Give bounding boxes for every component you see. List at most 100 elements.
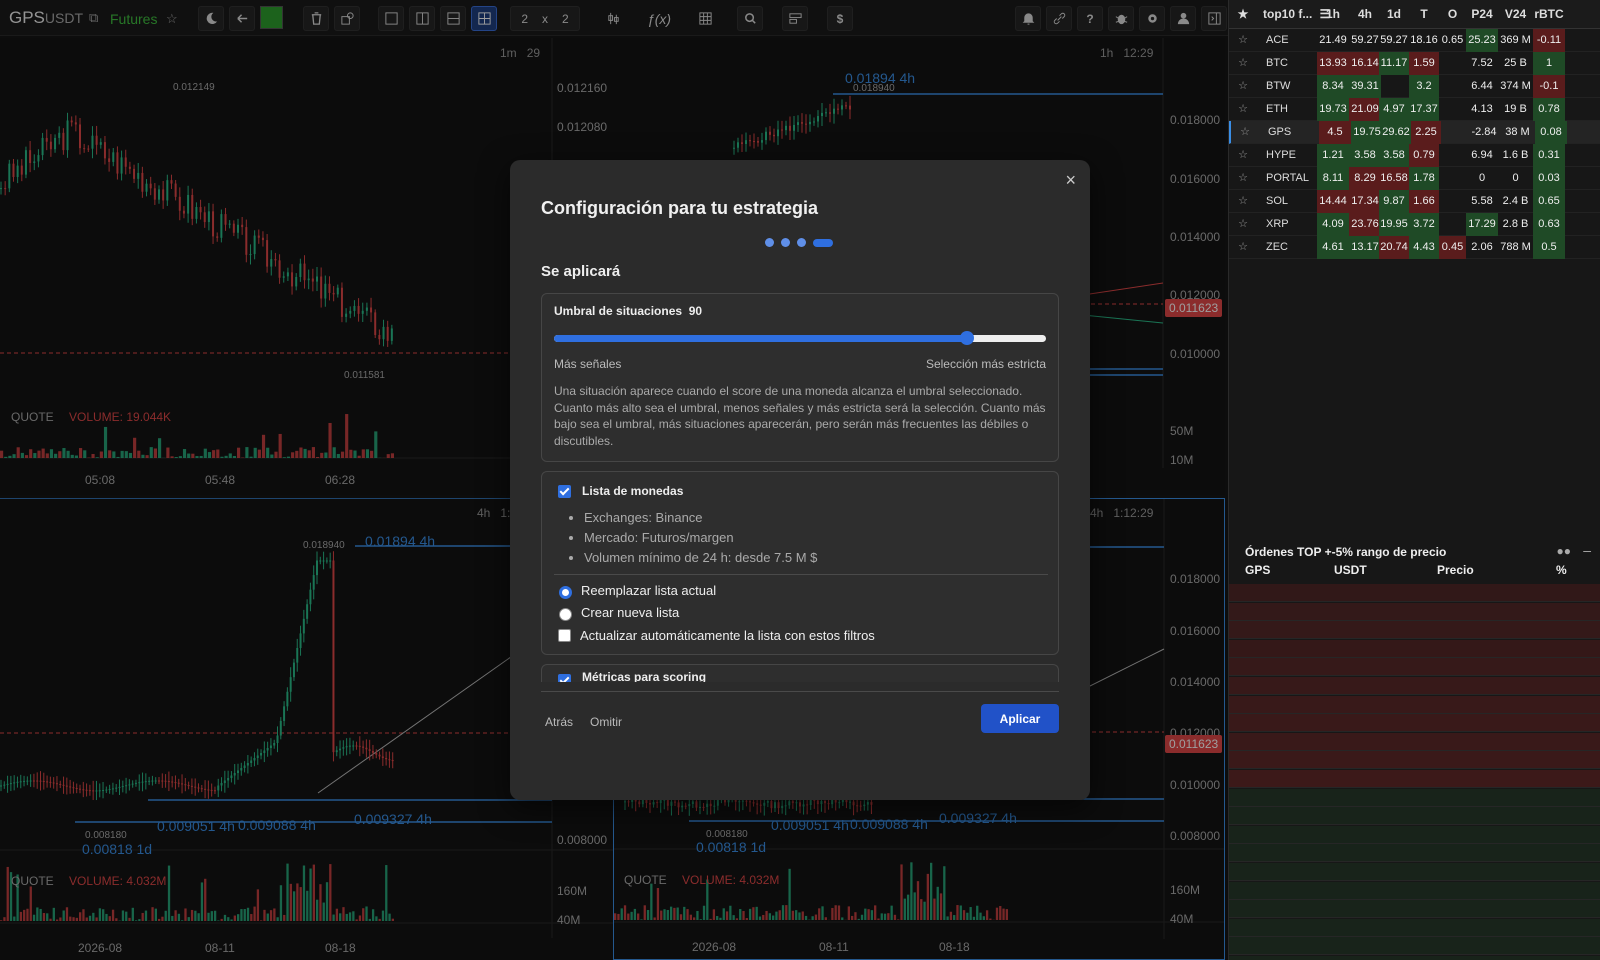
watchlist-cell: 0.03 xyxy=(1533,167,1565,190)
favorite-star-icon[interactable]: ☆ xyxy=(1235,52,1251,75)
coin-list-card: Lista de monedas Exchanges: Binance Merc… xyxy=(541,471,1059,655)
favorite-star-icon[interactable]: ☆ xyxy=(1235,167,1251,190)
step-dot[interactable] xyxy=(797,238,806,247)
threshold-value: 90 xyxy=(688,304,703,318)
watchlist-cell: 788 M xyxy=(1500,241,1531,253)
auto-update-label[interactable]: Actualizar automáticamente la lista con … xyxy=(580,628,875,643)
orders-col-quote: USDT xyxy=(1334,563,1367,577)
footer-divider xyxy=(541,691,1059,692)
watchlist-cell: 8.34 xyxy=(1317,75,1349,98)
column-header[interactable]: P24 xyxy=(1466,0,1498,29)
watchlist-cell: 1.59 xyxy=(1409,52,1439,75)
watchlist-cell: 59.27 xyxy=(1380,34,1408,46)
watchlist-cell: 369 M xyxy=(1500,34,1531,46)
replace-list-radio[interactable] xyxy=(559,586,572,599)
watchlist-cell: 6.44 xyxy=(1471,80,1493,92)
column-header[interactable]: rBTC xyxy=(1533,0,1565,29)
column-header[interactable]: 1h xyxy=(1317,0,1349,29)
watchlist-cell: 4.09 xyxy=(1317,213,1349,236)
orders-col-percent: % xyxy=(1556,563,1567,577)
favorites-star-icon[interactable]: ★ xyxy=(1235,0,1251,29)
watchlist-cell: 8.11 xyxy=(1317,167,1349,190)
watchlist-row[interactable]: ☆ XRP 4.09 23.76 19.95 3.72 17.29 2.8 B 0.63 xyxy=(1229,213,1600,236)
watchlist-cell: 16.58 xyxy=(1379,167,1409,190)
order-row xyxy=(1229,695,1600,714)
watchlist-cell: 9.87 xyxy=(1379,190,1409,213)
column-header[interactable]: 4h xyxy=(1349,0,1381,29)
favorite-star-icon[interactable]: ☆ xyxy=(1237,121,1253,144)
threshold-slider[interactable] xyxy=(554,331,1046,345)
watchlist-cell: 17.34 xyxy=(1349,190,1381,213)
favorite-star-icon[interactable]: ☆ xyxy=(1235,144,1251,167)
watchlist-cell: 17.29 xyxy=(1466,213,1498,236)
watchlist-cell xyxy=(1439,144,1466,167)
watchlist-row[interactable]: ☆ HYPE 1.21 3.58 3.58 0.79 6.94 1.6 B 0.31 xyxy=(1229,144,1600,167)
new-list-radio[interactable] xyxy=(559,608,572,621)
watchlist-cell xyxy=(1439,190,1466,213)
favorite-star-icon[interactable]: ☆ xyxy=(1235,29,1251,52)
favorite-star-icon[interactable]: ☆ xyxy=(1235,75,1251,98)
close-icon[interactable]: × xyxy=(1065,170,1076,191)
filter-item: Mercado: Futuros/margen xyxy=(584,528,817,548)
order-row xyxy=(1229,602,1600,621)
favorite-star-icon[interactable]: ☆ xyxy=(1235,236,1251,259)
auto-update-checkbox[interactable] xyxy=(558,629,571,642)
watchlist-cell: 1.78 xyxy=(1409,167,1439,190)
slider-fill xyxy=(554,335,968,342)
favorite-star-icon[interactable]: ☆ xyxy=(1235,190,1251,213)
watchlist-cell: 16.14 xyxy=(1349,52,1381,75)
step-dot[interactable] xyxy=(781,238,790,247)
minimize-icon[interactable]: – xyxy=(1583,542,1591,558)
column-header[interactable]: T xyxy=(1409,0,1439,29)
metrics-title: Métricas para scoring xyxy=(582,670,707,682)
watchlist-cell: 19.95 xyxy=(1379,213,1409,236)
step-dot[interactable] xyxy=(765,238,774,247)
apply-button[interactable]: Aplicar xyxy=(981,704,1059,733)
watchlist-cell xyxy=(1379,75,1409,98)
order-row xyxy=(1229,918,1600,937)
watchlist-cell: 2.4 B xyxy=(1502,195,1529,207)
order-row xyxy=(1229,937,1600,956)
watchlist-cell: 17.37 xyxy=(1409,98,1439,121)
order-row xyxy=(1229,639,1600,658)
watchlist-row[interactable]: ☆ BTW 8.34 39.31 3.2 6.44 374 M -0.1 xyxy=(1229,75,1600,98)
watchlist-row[interactable]: ☆ GPS 4.5 19.75 29.62 2.25 -2.84 38 M 0.08 xyxy=(1229,121,1600,144)
list-name[interactable]: top10 f... xyxy=(1263,0,1313,29)
watchlist-cell: 25 B xyxy=(1504,57,1527,69)
replace-list-label[interactable]: Reemplazar lista actual xyxy=(581,583,716,598)
filter-item: Volumen mínimo de 24 h: desde 7.5 M $ xyxy=(584,548,817,568)
step-dot-active[interactable] xyxy=(813,238,833,247)
order-row xyxy=(1229,863,1600,881)
back-button[interactable]: Atrás xyxy=(545,715,573,729)
column-header[interactable]: V24 xyxy=(1498,0,1533,29)
coin-list-checkbox[interactable] xyxy=(558,485,571,498)
watchlist-row[interactable]: ☆ ACE 21.49 59.27 59.27 18.16 0.65 25.23 369 M -0… xyxy=(1229,29,1600,52)
skip-button[interactable]: Omitir xyxy=(590,715,622,729)
watchlist-row[interactable]: ☆ PORTAL 8.11 8.29 16.58 1.78 0 0 0.03 xyxy=(1229,167,1600,190)
watchlist-row[interactable]: ☆ SOL 14.44 17.34 9.87 1.66 5.58 2.4 B 0.65 xyxy=(1229,190,1600,213)
watchlist-panel: ★ top10 f... ☰ 1h 4h 1d T O P24 V24 rBTC ☆ ACE 21… xyxy=(1228,0,1600,960)
watchlist-row[interactable]: ☆ ZEC 4.61 13.17 20.74 4.43 0.45 2.06 788 M 0.5 xyxy=(1229,236,1600,259)
watchlist-cell: 0.79 xyxy=(1409,144,1439,167)
watchlist-cell: 7.52 xyxy=(1471,57,1493,69)
settings-dots-icon[interactable]: ●● xyxy=(1557,544,1572,558)
threshold-label: Umbral de situaciones xyxy=(554,304,683,318)
threshold-description: Una situación aparece cuando el score de… xyxy=(554,384,1046,448)
watchlist-cell: 4.61 xyxy=(1317,236,1349,259)
slider-thumb[interactable] xyxy=(960,331,975,345)
new-list-label[interactable]: Crear nueva lista xyxy=(581,605,679,620)
orders-title: Órdenes TOP +-5% rango de precio xyxy=(1245,545,1447,559)
column-header[interactable]: O xyxy=(1439,0,1466,29)
favorite-star-icon[interactable]: ☆ xyxy=(1235,213,1251,236)
favorite-star-icon[interactable]: ☆ xyxy=(1235,98,1251,121)
column-header[interactable]: 1d xyxy=(1379,0,1409,29)
watchlist-cell: 38 M xyxy=(1505,126,1530,138)
watchlist-cell: 19.75 xyxy=(1351,121,1383,144)
watchlist-cell: 3.2 xyxy=(1409,75,1439,98)
watchlist-cell: 4.13 xyxy=(1471,103,1493,115)
watchlist-row[interactable]: ☆ BTC 13.93 16.14 11.17 1.59 7.52 25 B1 xyxy=(1229,52,1600,75)
watchlist-row[interactable]: ☆ ETH 19.73 21.09 4.97 17.37 4.13 19 B 0.78 xyxy=(1229,98,1600,121)
watchlist-cell: 0.78 xyxy=(1533,98,1565,121)
metrics-card: Métricas para scoring xyxy=(541,664,1059,682)
metrics-checkbox[interactable] xyxy=(558,674,571,682)
